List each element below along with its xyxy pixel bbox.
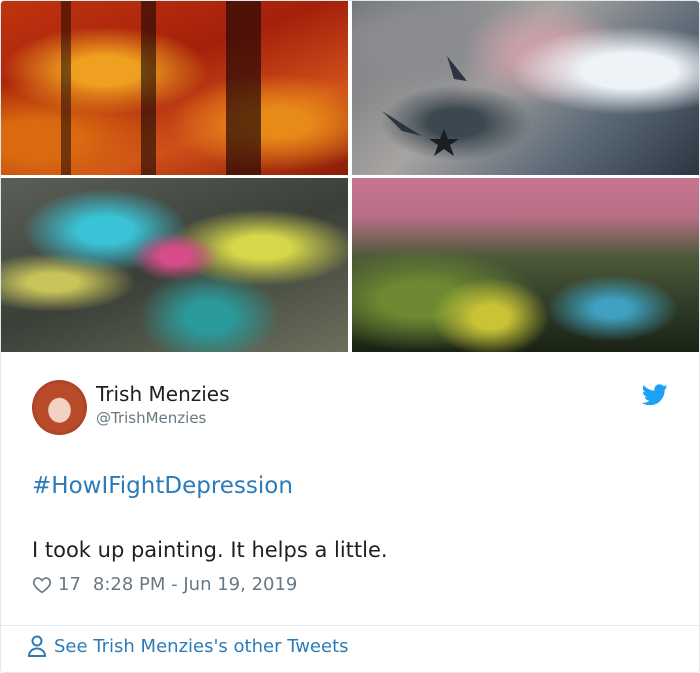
tweet-card: Trish Menzies @TrishMenzies #HowIFightDe… — [0, 0, 700, 673]
see-other-tweets-link[interactable]: See Trish Menzies's other Tweets — [27, 635, 349, 657]
see-other-tweets-label: See Trish Menzies's other Tweets — [54, 635, 349, 657]
timestamp[interactable]: 8:28 PM - Jun 19, 2019 — [93, 574, 297, 595]
hashtag-link[interactable]: #HowIFightDepression — [32, 473, 293, 499]
avatar[interactable] — [32, 380, 87, 435]
divider — [1, 625, 699, 626]
twitter-bird-icon[interactable] — [642, 384, 668, 406]
person-icon — [27, 635, 47, 657]
media-grid — [1, 1, 699, 352]
media-image-2[interactable] — [352, 1, 699, 175]
media-image-4[interactable] — [352, 178, 699, 352]
media-image-1[interactable] — [1, 1, 348, 175]
star-shape — [382, 56, 467, 156]
tweet-text: I took up painting. It helps a little. — [32, 538, 388, 562]
like-count[interactable]: 17 — [58, 574, 81, 595]
author-handle[interactable]: @TrishMenzies — [96, 409, 206, 427]
tweet-meta: 17 8:28 PM - Jun 19, 2019 — [32, 574, 297, 595]
heart-icon[interactable] — [32, 576, 52, 594]
media-image-3[interactable] — [1, 178, 348, 352]
author-name[interactable]: Trish Menzies — [96, 382, 230, 406]
